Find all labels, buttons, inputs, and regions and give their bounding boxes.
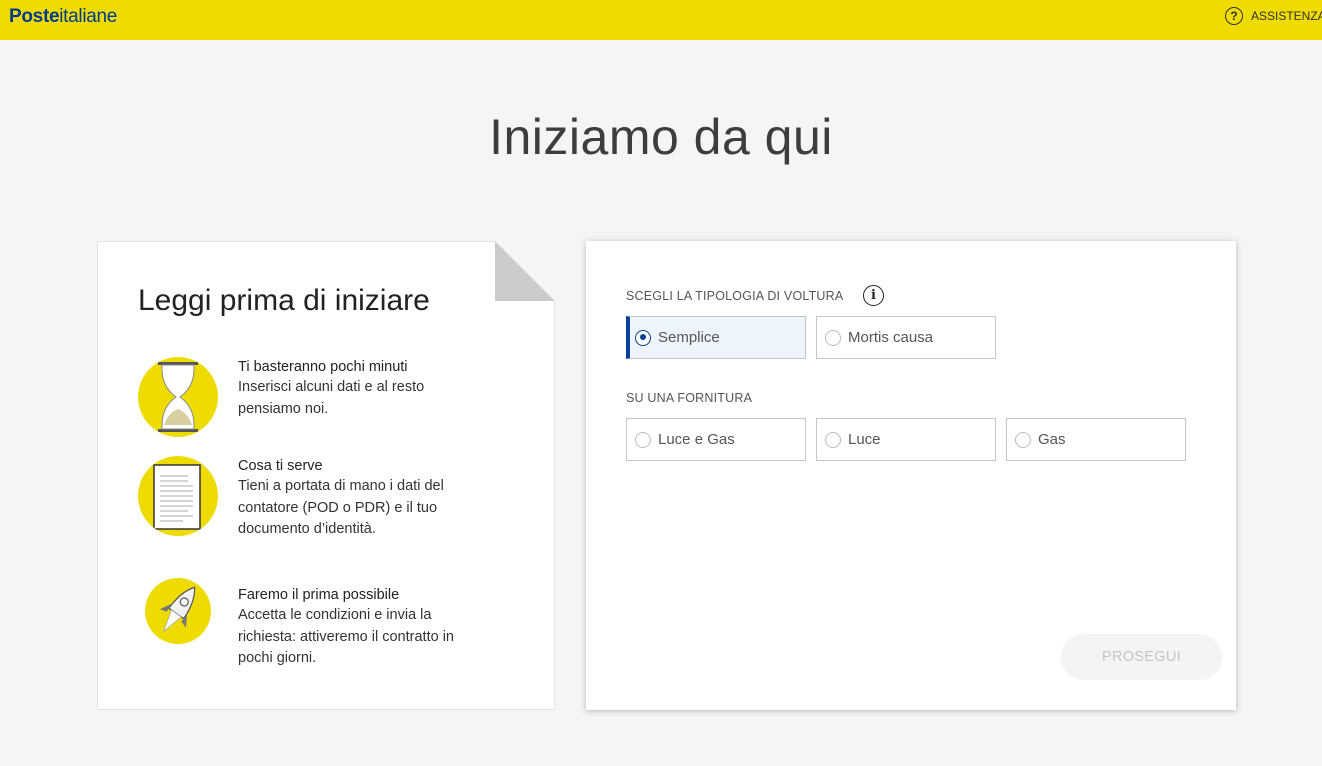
question-circle-icon: ? bbox=[1225, 7, 1243, 25]
info-item-desc: Inserisci alcuni dati e al resto pensiam… bbox=[238, 377, 508, 420]
option-label: Mortis causa bbox=[848, 329, 934, 346]
radio-icon bbox=[825, 431, 841, 448]
info-icon[interactable]: i bbox=[863, 285, 884, 306]
desc-line: documento d’identità. bbox=[238, 521, 376, 537]
logo-bold-text: Poste bbox=[9, 6, 60, 27]
poste-italiane-logo[interactable]: Posteitaliane bbox=[9, 6, 117, 28]
option-luce-e-gas[interactable]: Luce e Gas bbox=[626, 418, 806, 461]
desc-line: pensiamo noi. bbox=[238, 400, 329, 417]
hourglass-icon bbox=[138, 357, 218, 437]
info-item-head: Cosa ti serve bbox=[238, 458, 323, 474]
radio-icon bbox=[825, 329, 841, 346]
help-label: ASSISTENZA bbox=[1251, 9, 1322, 23]
voltura-form-card: SCEGLI LA TIPOLOGIA DI VOLTURA i Semplic… bbox=[586, 241, 1236, 710]
option-semplice[interactable]: Semplice bbox=[626, 316, 806, 359]
option-label: Gas bbox=[1038, 431, 1066, 448]
tipologia-label: SCEGLI LA TIPOLOGIA DI VOLTURA bbox=[626, 289, 844, 303]
rocket-icon bbox=[145, 578, 211, 644]
help-link[interactable]: ? ASSISTENZA bbox=[1225, 6, 1322, 26]
info-card-title: Leggi prima di iniziare bbox=[138, 284, 430, 317]
option-mortis-causa[interactable]: Mortis causa bbox=[816, 316, 996, 359]
info-item-head: Ti basteranno pochi minuti bbox=[238, 359, 408, 375]
desc-line: Tieni a portata di mano i dati del bbox=[238, 478, 444, 494]
desc-line: pochi giorni. bbox=[238, 650, 317, 666]
page-fold-corner bbox=[495, 241, 555, 301]
desc-line: contatore (POD o PDR) e il tuo bbox=[238, 499, 438, 516]
radio-icon bbox=[1015, 431, 1031, 448]
info-item-desc: Accetta le condizioni e invia la richies… bbox=[238, 605, 508, 670]
option-luce[interactable]: Luce bbox=[816, 418, 996, 461]
desc-line: Inserisci alcuni dati e al resto bbox=[238, 379, 425, 395]
option-label: Luce e Gas bbox=[658, 431, 735, 448]
fornitura-label: SU UNA FORNITURA bbox=[626, 391, 753, 405]
top-bar: Posteitaliane ? ASSISTENZA bbox=[0, 0, 1322, 40]
option-gas[interactable]: Gas bbox=[1006, 418, 1186, 461]
option-label: Semplice bbox=[658, 329, 720, 346]
page-title: Iniziamo da qui bbox=[489, 109, 833, 165]
radio-icon bbox=[635, 431, 651, 448]
option-label: Luce bbox=[848, 431, 881, 448]
radio-selected-icon bbox=[635, 329, 651, 346]
info-card: Leggi prima di iniziare Ti basteranno po… bbox=[97, 241, 555, 710]
info-item-desc: Tieni a portata di mano i dati del conta… bbox=[238, 476, 508, 541]
info-item-head: Faremo il prima possibile bbox=[238, 587, 400, 603]
desc-line: richiesta: attiveremo il contratto in bbox=[238, 628, 454, 645]
prosegui-button[interactable]: PROSEGUI bbox=[1061, 634, 1222, 680]
document-icon bbox=[138, 456, 218, 536]
logo-light-text: italiane bbox=[59, 6, 118, 27]
desc-line: Accetta le condizioni e invia la bbox=[238, 607, 432, 623]
